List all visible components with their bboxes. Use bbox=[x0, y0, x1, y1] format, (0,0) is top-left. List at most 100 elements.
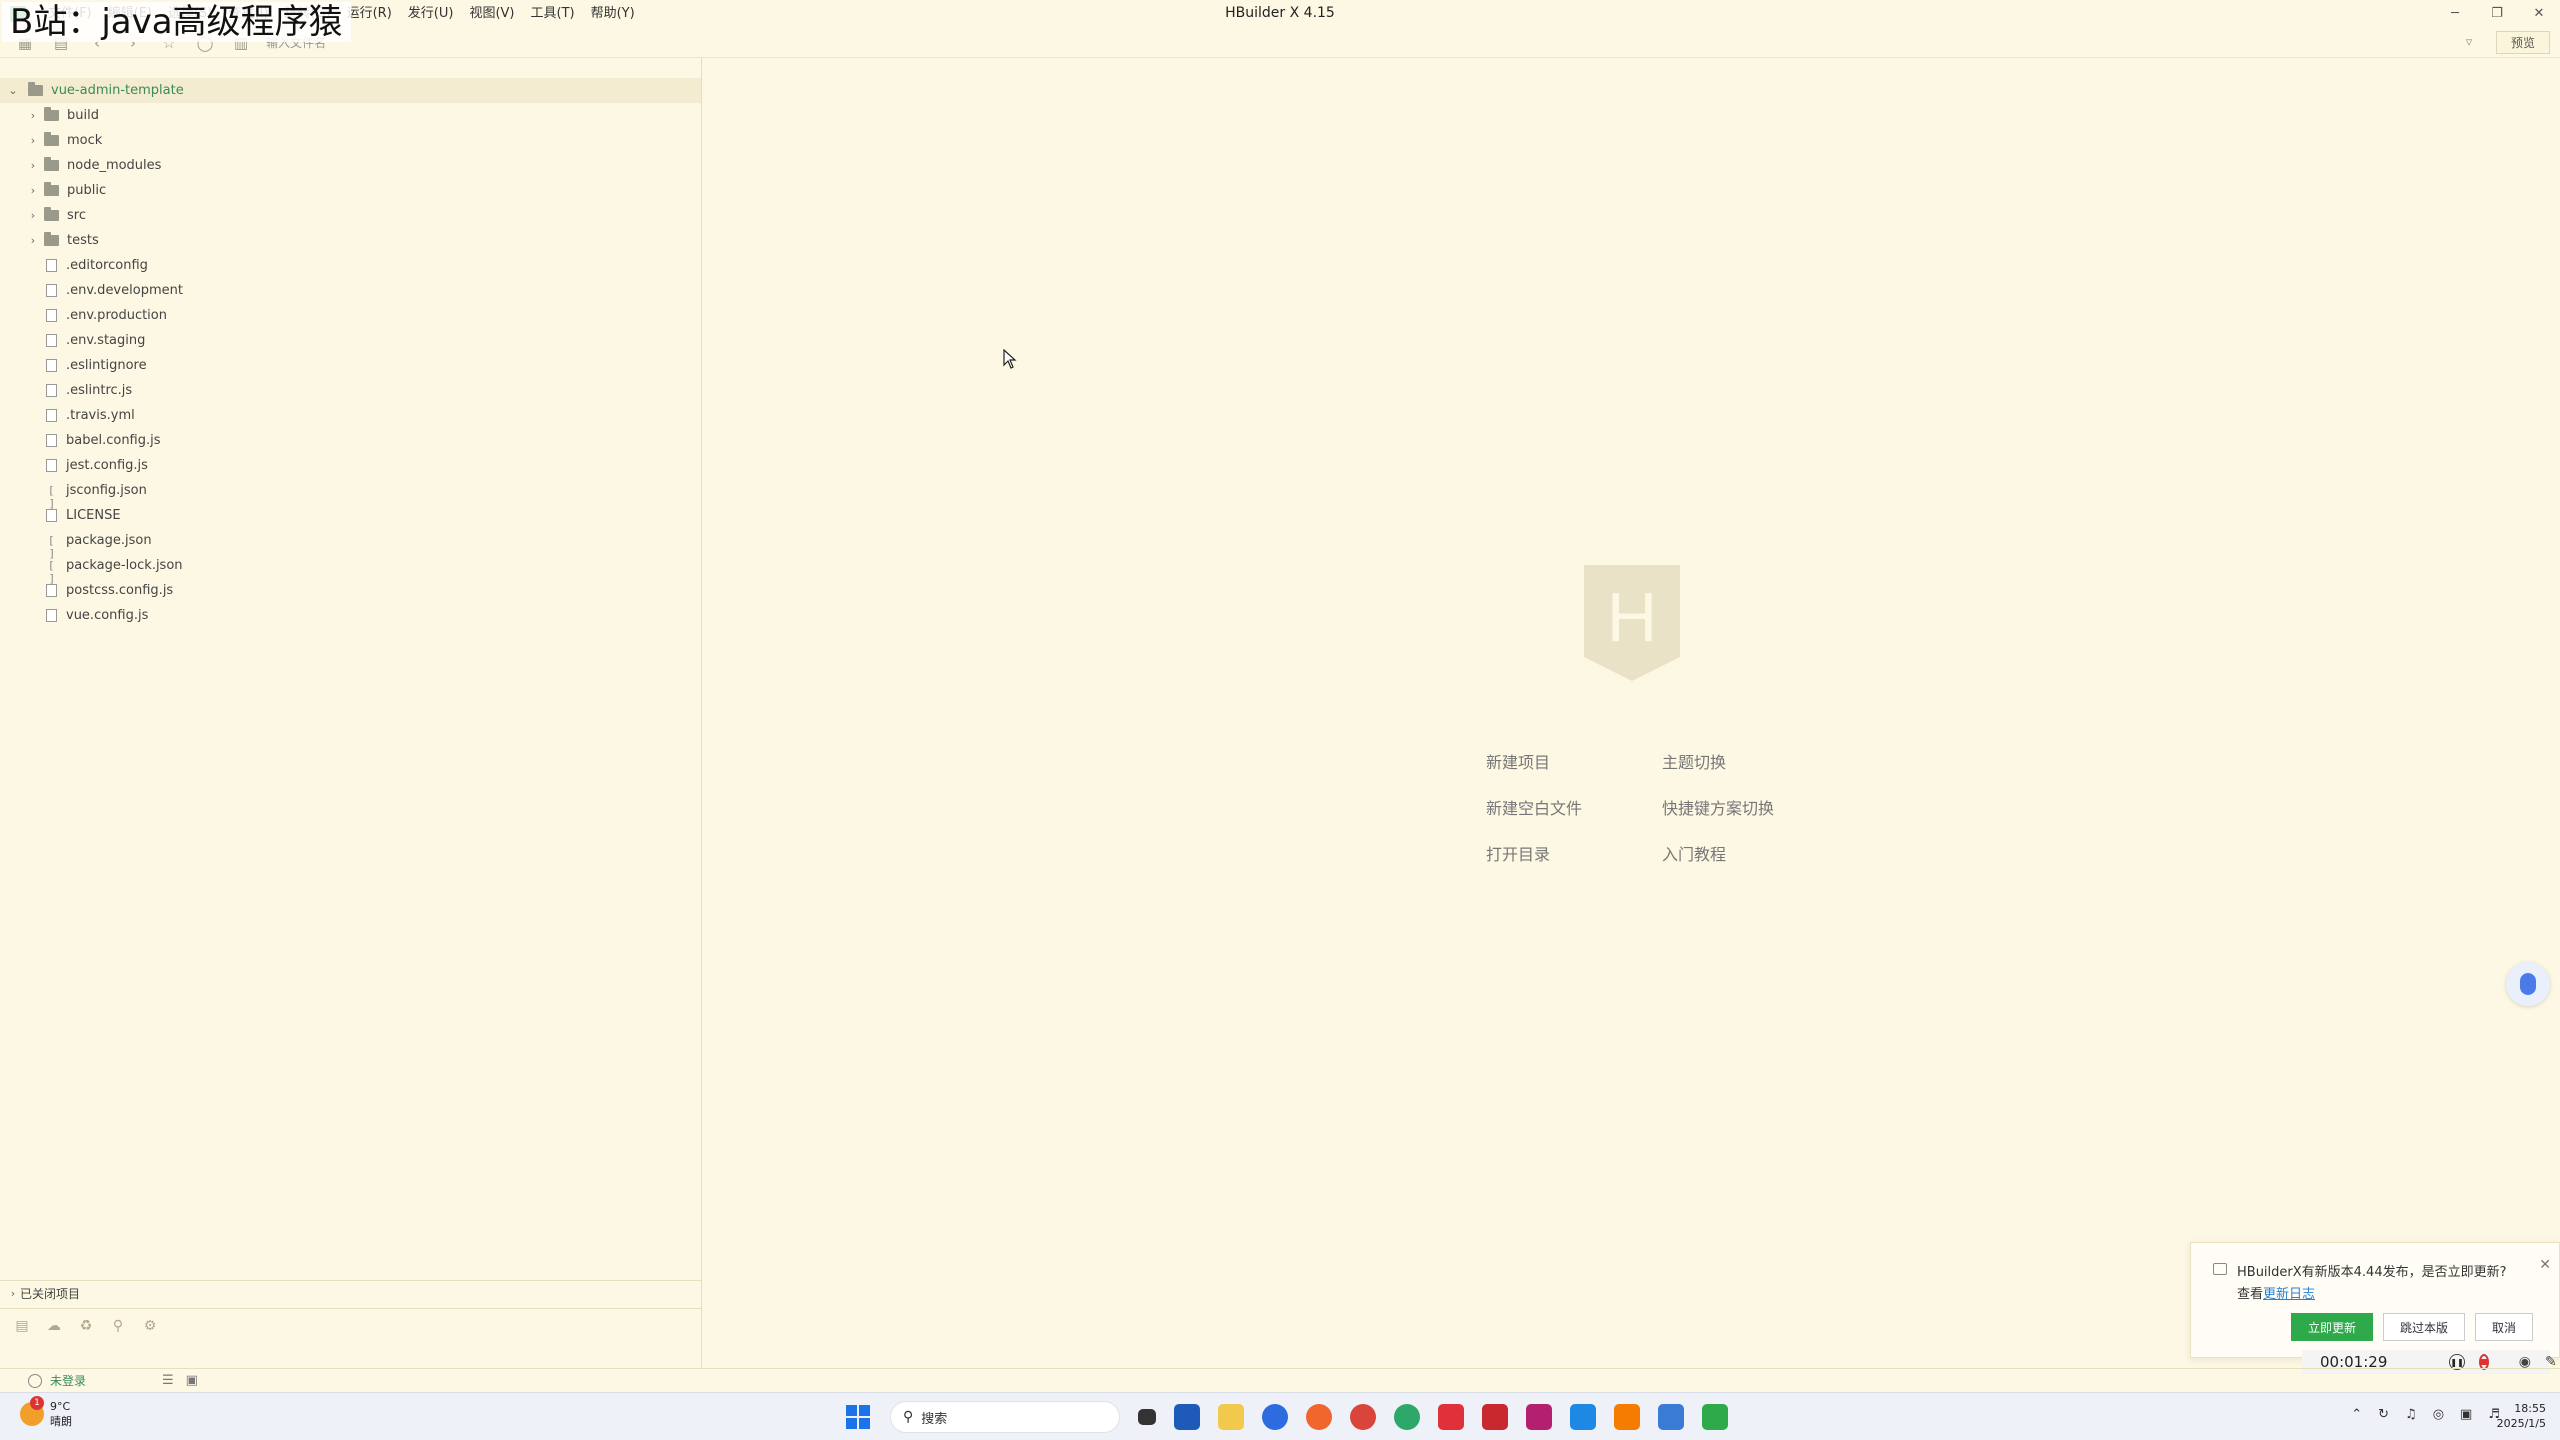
tree-file[interactable]: vue.config.js bbox=[0, 603, 701, 628]
browser-icon[interactable] bbox=[1262, 1404, 1288, 1430]
tree-folder-label: src bbox=[67, 208, 86, 223]
preview-button[interactable]: 预览 bbox=[2495, 31, 2550, 54]
update-now-button[interactable]: 立即更新 bbox=[2291, 1313, 2373, 1341]
tutorial-link[interactable]: 入门教程 bbox=[1662, 844, 1862, 866]
tree-file[interactable]: [ ] package-lock.json bbox=[0, 553, 701, 585]
ime-icon[interactable]: ◎ bbox=[2433, 1407, 2444, 1422]
tree-folder[interactable]: › mock bbox=[0, 128, 701, 153]
network-icon[interactable]: ▣ bbox=[2460, 1407, 2472, 1422]
folder-icon bbox=[44, 132, 59, 146]
notepad-icon[interactable] bbox=[1658, 1404, 1684, 1430]
app-red-icon[interactable] bbox=[1482, 1404, 1508, 1430]
login-status[interactable]: 未登录 bbox=[50, 1372, 86, 1389]
welcome-links: 新建项目 主题切换 新建空白文件 快捷键方案切换 打开目录 入门教程 bbox=[1486, 752, 1862, 866]
search-panel-icon[interactable]: ⚲ bbox=[108, 1316, 128, 1336]
microphone-icon[interactable]: ♫ bbox=[2405, 1407, 2417, 1422]
chevron-down-icon[interactable]: ⌄ bbox=[6, 84, 20, 97]
notification-buttons: 立即更新 跳过本版 取消 bbox=[2291, 1313, 2533, 1341]
floating-assistant-icon[interactable] bbox=[2506, 962, 2550, 1006]
tree-folder[interactable]: › build bbox=[0, 103, 701, 128]
minimize-button[interactable]: ─ bbox=[2434, 0, 2476, 26]
app-orange-icon[interactable] bbox=[1614, 1404, 1640, 1430]
system-tray: ⌃ ↻ ♫ ◎ ▣ ♬ bbox=[2351, 1407, 2500, 1422]
tree-file-label: .env.production bbox=[66, 308, 167, 323]
chevron-up-icon[interactable]: ⌃ bbox=[2351, 1407, 2362, 1422]
filter-icon[interactable]: ▿ bbox=[2458, 32, 2480, 54]
weather-widget[interactable]: 1 9°C 晴朗 bbox=[20, 1396, 72, 1429]
tree-file[interactable]: postcss.config.js bbox=[0, 578, 701, 603]
tree-file[interactable]: jest.config.js bbox=[0, 453, 701, 478]
file-icon bbox=[46, 359, 57, 372]
notification-message: HBuilderX有新版本4.44发布，是否立即更新? bbox=[2237, 1265, 2507, 1280]
project-tree: ⌄ vue-admin-template › build › mock › node_mo… bbox=[0, 78, 701, 628]
hbuilder-logo: H bbox=[1584, 565, 1680, 681]
close-window-button[interactable]: ✕ bbox=[2518, 0, 2560, 26]
system-clock[interactable]: 18:55 2025/1/5 bbox=[2497, 1401, 2546, 1431]
tree-file[interactable]: .env.production bbox=[0, 303, 701, 328]
shortcut-scheme-link[interactable]: 快捷键方案切换 bbox=[1662, 798, 1862, 820]
plugin-icon[interactable]: ♻ bbox=[76, 1316, 96, 1336]
new-project-link[interactable]: 新建项目 bbox=[1486, 752, 1662, 774]
closed-projects-label: 已关闭项目 bbox=[20, 1287, 81, 1301]
tree-file[interactable]: LICENSE bbox=[0, 503, 701, 528]
restore-button[interactable]: ❐ bbox=[2476, 0, 2518, 26]
app-blue-icon[interactable] bbox=[1570, 1404, 1596, 1430]
task-view-icon[interactable] bbox=[1138, 1409, 1156, 1425]
tree-file[interactable]: .travis.yml bbox=[0, 403, 701, 428]
new-blank-file-link[interactable]: 新建空白文件 bbox=[1486, 798, 1662, 820]
file-icon bbox=[46, 509, 57, 522]
jetbrains-icon[interactable] bbox=[1526, 1404, 1552, 1430]
menu-item[interactable]: 发行(U) bbox=[400, 0, 462, 28]
changelog-link[interactable]: 更新日志 bbox=[2263, 1287, 2315, 1302]
tree-file[interactable]: babel.config.js bbox=[0, 428, 701, 453]
theme-switch-link[interactable]: 主题切换 bbox=[1662, 752, 1862, 774]
tree-file-label: postcss.config.js bbox=[66, 583, 174, 598]
logo-letter: H bbox=[1607, 578, 1658, 656]
store-icon[interactable] bbox=[1174, 1404, 1200, 1430]
edge-icon[interactable] bbox=[1394, 1404, 1420, 1430]
open-directory-link[interactable]: 打开目录 bbox=[1486, 844, 1662, 866]
chrome-icon[interactable] bbox=[1350, 1404, 1376, 1430]
tree-folder[interactable]: › node_modules bbox=[0, 153, 701, 178]
taskbar-search[interactable]: ⚲ 搜索 bbox=[890, 1401, 1120, 1433]
project-manager-icon[interactable]: ▤ bbox=[12, 1316, 32, 1336]
hbuilder-taskbar-icon[interactable] bbox=[1702, 1404, 1728, 1430]
chevron-right-icon[interactable]: › bbox=[26, 209, 40, 222]
cancel-button[interactable]: 取消 bbox=[2475, 1313, 2533, 1341]
tree-file[interactable]: .env.staging bbox=[0, 328, 701, 353]
closed-projects[interactable]: › 已关闭项目 bbox=[0, 1280, 701, 1306]
chevron-right-icon[interactable]: › bbox=[26, 109, 40, 122]
menu-item[interactable]: 工具(T) bbox=[523, 0, 583, 28]
close-icon[interactable]: ✕ bbox=[2539, 1257, 2551, 1273]
chevron-right-icon[interactable]: › bbox=[26, 159, 40, 172]
project-root[interactable]: ⌄ vue-admin-template bbox=[0, 78, 701, 103]
tree-file[interactable]: .eslintignore bbox=[0, 353, 701, 378]
skip-version-button[interactable]: 跳过本版 bbox=[2383, 1313, 2465, 1341]
extension-icon[interactable]: ⚙ bbox=[140, 1316, 160, 1336]
tree-file[interactable]: .eslintrc.js bbox=[0, 378, 701, 403]
tree-folder[interactable]: › public bbox=[0, 178, 701, 203]
chevron-right-icon[interactable]: › bbox=[26, 134, 40, 147]
file-explorer-icon[interactable] bbox=[1218, 1404, 1244, 1430]
cloud-icon[interactable]: ☁ bbox=[44, 1316, 64, 1336]
user-icon[interactable] bbox=[28, 1373, 42, 1388]
firefox-icon[interactable] bbox=[1306, 1404, 1332, 1430]
console-icon[interactable]: ▣ bbox=[186, 1373, 198, 1388]
tree-file[interactable]: [ ] jsconfig.json bbox=[0, 478, 701, 510]
tree-file[interactable]: .editorconfig bbox=[0, 253, 701, 278]
tree-folder-label: build bbox=[67, 108, 99, 123]
wps-icon[interactable] bbox=[1438, 1404, 1464, 1430]
tree-folder[interactable]: › tests bbox=[0, 228, 701, 253]
weather-desc: 晴朗 bbox=[50, 1415, 72, 1428]
tree-file[interactable]: [ ] package.json bbox=[0, 528, 701, 560]
menu-item[interactable]: 帮助(Y) bbox=[583, 0, 643, 28]
sync-icon[interactable]: ↻ bbox=[2378, 1407, 2389, 1422]
tree-file[interactable]: .env.development bbox=[0, 278, 701, 303]
chevron-right-icon[interactable]: › bbox=[26, 184, 40, 197]
chevron-right-icon[interactable]: › bbox=[26, 234, 40, 247]
tree-folder[interactable]: › src bbox=[0, 203, 701, 228]
windows-start-icon[interactable] bbox=[846, 1405, 870, 1429]
outline-icon[interactable]: ☰ bbox=[162, 1373, 174, 1388]
menu-item[interactable]: 视图(V) bbox=[461, 0, 522, 28]
folder-icon bbox=[44, 182, 59, 196]
